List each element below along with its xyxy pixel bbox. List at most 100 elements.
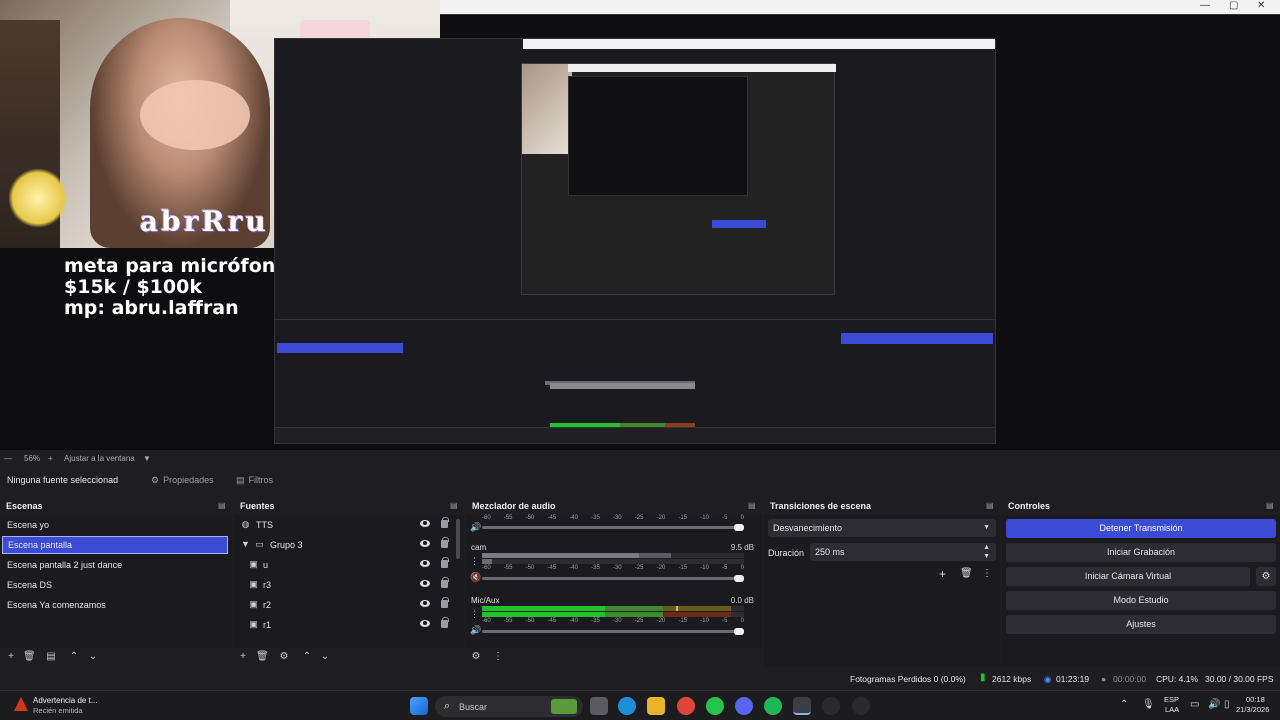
start-virtual-camera-button[interactable]: Iniciar Cámara Virtual bbox=[1006, 567, 1250, 586]
network-icon[interactable]: ▭ bbox=[1190, 699, 1199, 710]
scrollbar[interactable] bbox=[456, 519, 460, 559]
move-up-icon[interactable]: ⌃ bbox=[68, 651, 80, 663]
scene-item[interactable]: Escena Ya comenzamos bbox=[2, 596, 228, 614]
scene-item-selected[interactable]: Escena pantalla bbox=[2, 536, 228, 554]
filters-button[interactable]: ▤ Filtros bbox=[232, 472, 279, 488]
more-options-icon[interactable]: ⋮ bbox=[982, 568, 992, 579]
volume-icon[interactable]: 🔊 bbox=[1208, 699, 1220, 710]
visibility-eye-icon[interactable] bbox=[420, 560, 430, 567]
battery-icon[interactable]: ▯ bbox=[1224, 699, 1230, 710]
volume-slider[interactable] bbox=[482, 524, 744, 531]
more-options-icon[interactable]: ⋮ bbox=[492, 651, 504, 663]
visibility-eye-icon[interactable] bbox=[420, 600, 430, 607]
scene-item[interactable]: Escena DS bbox=[2, 576, 228, 594]
scene-item[interactable]: Escena pantalla 2 just dance bbox=[2, 556, 228, 574]
meter-tick-label: -45 bbox=[547, 565, 557, 571]
trash-icon[interactable]: 🗑 bbox=[256, 651, 269, 663]
edge-icon[interactable] bbox=[618, 697, 636, 715]
chevron-down-icon: ▼ bbox=[983, 524, 990, 531]
source-row[interactable]: ▼ ▭ Grupo 3 bbox=[234, 536, 462, 554]
gear-icon[interactable]: ⚙ bbox=[470, 651, 482, 663]
gear-icon[interactable]: ⚙ bbox=[278, 651, 290, 663]
file-explorer-icon[interactable] bbox=[647, 697, 665, 715]
lock-icon[interactable] bbox=[441, 617, 449, 628]
trash-icon[interactable]: 🗑 bbox=[23, 651, 36, 663]
start-recording-button[interactable]: Iniciar Grabación bbox=[1006, 543, 1276, 562]
move-down-icon[interactable]: ⌄ bbox=[87, 651, 99, 663]
source-label: Grupo 3 bbox=[270, 540, 303, 550]
filter-icon[interactable]: ▤ bbox=[45, 651, 57, 663]
volume-icon[interactable]: 🔊 bbox=[470, 626, 481, 635]
channel-db: 0.0 dB bbox=[730, 596, 754, 605]
virtual-camera-settings-button[interactable]: ⚙ bbox=[1256, 567, 1276, 586]
lock-icon[interactable] bbox=[441, 577, 449, 588]
clock-time[interactable]: 00:18 bbox=[1246, 695, 1265, 704]
lock-icon[interactable] bbox=[441, 597, 449, 608]
dock-menu-icon[interactable]: ▤ bbox=[986, 501, 995, 510]
source-row[interactable]: ▣ u bbox=[234, 556, 462, 574]
volume-slider[interactable] bbox=[482, 628, 744, 635]
windows-start-icon[interactable] bbox=[410, 697, 428, 715]
lock-icon[interactable] bbox=[441, 517, 449, 528]
source-row[interactable]: ▣ r1 bbox=[234, 616, 462, 634]
language-code[interactable]: ESP bbox=[1164, 695, 1179, 704]
visibility-eye-icon[interactable] bbox=[420, 580, 430, 587]
chrome-icon[interactable] bbox=[677, 697, 695, 715]
properties-button[interactable]: ⚙ Propiedades bbox=[147, 472, 220, 488]
studio-mode-button[interactable]: Modo Estudio bbox=[1006, 591, 1276, 610]
spin-down-icon[interactable]: ▼ bbox=[983, 548, 990, 566]
scene-item[interactable]: Escena yo bbox=[2, 516, 228, 534]
dock-menu-icon[interactable]: ▤ bbox=[450, 501, 459, 510]
source-row[interactable]: ▣ r3 bbox=[234, 576, 462, 594]
expand-arrow-icon[interactable]: ▼ bbox=[240, 539, 251, 550]
lock-icon[interactable] bbox=[441, 537, 449, 548]
chevron-up-icon[interactable]: ⌃ bbox=[1120, 699, 1128, 710]
spotify-icon[interactable] bbox=[764, 697, 782, 715]
visibility-eye-icon[interactable] bbox=[420, 540, 430, 547]
notification-title[interactable]: Advertencia de t... bbox=[33, 696, 97, 705]
settings-button[interactable]: Ajustes bbox=[1006, 615, 1276, 634]
discord-icon[interactable] bbox=[735, 697, 753, 715]
fit-window-label[interactable]: Ajustar a la ventana bbox=[64, 454, 135, 463]
meter-tick-label: 0 bbox=[740, 618, 744, 624]
filters-label: Filtros bbox=[248, 475, 274, 485]
channel-menu-icon[interactable]: ⋮ bbox=[470, 557, 479, 566]
task-view-icon[interactable] bbox=[590, 697, 608, 715]
cpu-usage: CPU: 4.1% bbox=[1156, 674, 1199, 684]
chevron-down-icon[interactable]: ▼ bbox=[143, 454, 151, 463]
meter-tick-label: -50 bbox=[525, 515, 535, 521]
lock-icon[interactable] bbox=[441, 557, 449, 568]
zoom-minus-icon[interactable]: — bbox=[4, 454, 12, 463]
clock-date: 21/3/2026 bbox=[1236, 705, 1270, 714]
dock-menu-icon[interactable]: ▤ bbox=[748, 501, 757, 510]
visibility-eye-icon[interactable] bbox=[420, 520, 430, 527]
transitions-title: Transiciones de escena bbox=[770, 501, 872, 511]
add-icon[interactable]: + bbox=[939, 567, 946, 581]
channel-menu-icon[interactable]: ⋮ bbox=[470, 610, 479, 619]
stop-stream-button[interactable]: Detener Transmisión bbox=[1006, 519, 1276, 538]
meter-tick-label: -60 bbox=[482, 618, 491, 624]
volume-icon[interactable]: 🔊 bbox=[470, 523, 481, 532]
source-row[interactable]: ◍ TTS bbox=[234, 516, 462, 534]
move-up-icon[interactable]: ⌃ bbox=[301, 651, 313, 663]
volume-slider[interactable] bbox=[482, 575, 744, 582]
source-row[interactable]: ▣ r2 bbox=[234, 596, 462, 614]
visibility-eye-icon[interactable] bbox=[420, 620, 430, 627]
microphone-icon[interactable]: 🎙 bbox=[1142, 699, 1155, 710]
taskbar-search[interactable]: ⌕ Buscar bbox=[435, 696, 583, 717]
add-icon[interactable]: + bbox=[5, 651, 17, 663]
muted-volume-icon[interactable]: 🔇 bbox=[470, 573, 481, 582]
goal-line-2: $15k / $100k bbox=[64, 276, 202, 298]
streaming-app-icon[interactable] bbox=[852, 697, 870, 715]
trash-icon[interactable]: 🗑 bbox=[960, 568, 973, 579]
move-down-icon[interactable]: ⌄ bbox=[319, 651, 331, 663]
whatsapp-icon[interactable] bbox=[706, 697, 724, 715]
duration-spinbox[interactable]: 250 ms ▲ ▼ bbox=[810, 543, 996, 561]
transition-select[interactable]: Desvanecimiento ▼ bbox=[768, 519, 996, 537]
zoom-plus-icon[interactable]: + bbox=[48, 454, 53, 463]
obs-taskbar-icon[interactable] bbox=[793, 697, 811, 715]
dock-menu-icon[interactable]: ▤ bbox=[218, 501, 227, 510]
dock-menu-icon[interactable]: ▤ bbox=[1266, 501, 1275, 510]
add-icon[interactable]: + bbox=[237, 651, 249, 663]
obs-icon[interactable] bbox=[822, 697, 840, 715]
